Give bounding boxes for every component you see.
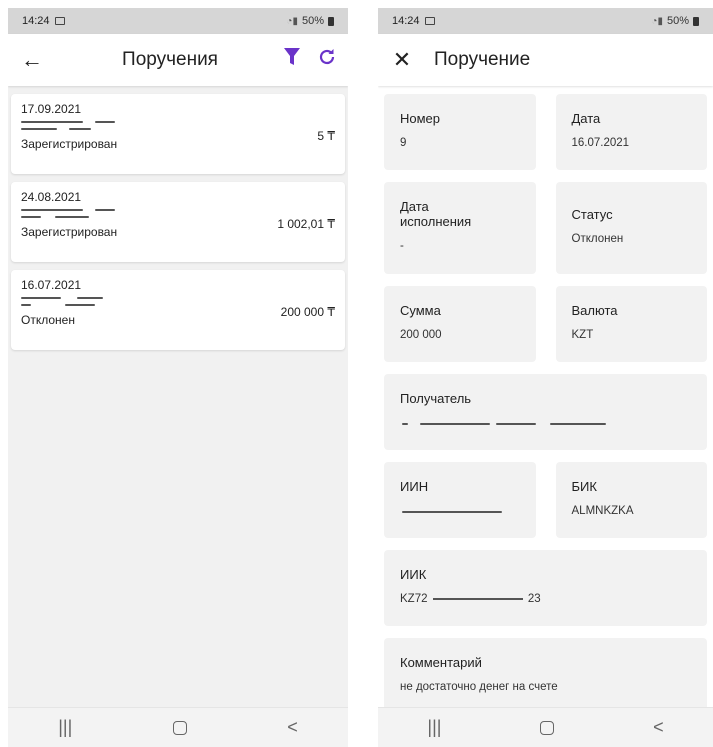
list-item[interactable]: 24.08.2021 Зарегистрирован 1 002,01 ₸ — [11, 182, 345, 262]
field-value: KZT — [571, 328, 594, 341]
bik-field: БИК ALMNKZKA — [555, 462, 707, 538]
battery-icon — [328, 16, 334, 26]
recents-button[interactable]: ||| — [427, 717, 441, 738]
order-amount: 1 002,01 ₸ — [277, 217, 335, 231]
page-title: Поручения — [122, 49, 218, 70]
refresh-icon[interactable] — [318, 48, 336, 72]
order-date: 17.09.2021 — [21, 102, 82, 116]
field-label: Комментарий — [400, 655, 482, 670]
orders-list: 17.09.2021 Зарегистрирован 5 ₸ 24.08.202… — [8, 86, 348, 350]
field-value: не достаточно денег на счете — [400, 680, 558, 693]
battery-icon — [693, 16, 699, 26]
page-title: Поручение — [434, 49, 531, 70]
currency-field: Валюта KZT — [555, 286, 707, 362]
image-notification-icon — [424, 17, 435, 25]
list-item[interactable]: 17.09.2021 Зарегистрирован 5 ₸ — [11, 94, 345, 174]
field-value: 9 — [400, 136, 407, 149]
system-nav-bar: ||| < — [378, 707, 713, 747]
recipient-field: Получатель — [384, 374, 707, 450]
filter-icon[interactable] — [284, 48, 300, 72]
status-bar: 14:24 ◔▮ 50% — [378, 8, 713, 34]
redacted-text — [21, 119, 335, 133]
battery-percent: 50% — [666, 15, 689, 27]
redacted-text — [432, 597, 523, 600]
orders-list-screen: 14:24 ◔▮ 50% ← Поручения 17.09.2021 Заре… — [8, 8, 348, 747]
field-label: Номер — [400, 111, 441, 126]
app-bar: ← Поручения — [8, 34, 348, 86]
iik-value-start: KZ72 — [400, 592, 428, 605]
status-time: 14:24 — [392, 15, 420, 27]
field-label: Дата — [571, 111, 601, 126]
order-detail-screen: 14:24 ◔▮ 50% ✕ Поручение Номер 9 Дата 16… — [378, 8, 713, 747]
field-value: KZ72 23 — [400, 593, 691, 605]
redacted-text — [400, 505, 520, 519]
iin-field: ИИН — [384, 462, 536, 538]
status-field: Статус Отклонен — [555, 182, 707, 274]
iik-value-end: 23 — [527, 592, 541, 605]
status-bar: 14:24 ◔▮ 50% — [8, 8, 348, 34]
exec-date-field: Дата исполнения - — [384, 182, 536, 274]
wifi-signal-icon: ◔▮ — [286, 15, 298, 27]
home-button[interactable] — [540, 720, 555, 735]
field-value: ALMNKZKA — [571, 504, 634, 517]
number-field: Номер 9 — [384, 94, 536, 170]
order-date: 16.07.2021 — [21, 278, 82, 292]
field-value: 16.07.2021 — [571, 136, 630, 149]
field-label: Валюта — [571, 303, 618, 318]
order-date: 24.08.2021 — [21, 190, 82, 204]
list-item[interactable]: 16.07.2021 Отклонен 200 000 ₸ — [11, 270, 345, 350]
back-button[interactable]: < — [653, 717, 664, 738]
amount-field: Сумма 200 000 — [384, 286, 536, 362]
back-button[interactable]: < — [287, 717, 298, 738]
field-value: 200 000 — [400, 328, 442, 341]
app-bar: ✕ Поручение — [378, 34, 713, 86]
order-amount: 200 000 ₸ — [280, 305, 335, 319]
close-icon[interactable]: ✕ — [390, 47, 414, 73]
order-amount: 5 ₸ — [317, 129, 335, 143]
arrow-left-icon[interactable]: ← — [20, 47, 44, 73]
wifi-signal-icon: ◔▮ — [651, 15, 663, 27]
home-button[interactable] — [172, 720, 187, 735]
comment-field: Комментарий не достаточно денег на счете — [384, 638, 707, 707]
field-label: Статус — [571, 207, 613, 222]
recents-button[interactable]: ||| — [58, 717, 72, 738]
iik-field: ИИК KZ72 23 — [384, 550, 707, 626]
field-label: ИИН — [400, 479, 429, 494]
field-value: Отклонен — [571, 232, 624, 245]
system-nav-bar: ||| < — [8, 707, 348, 747]
field-label: Сумма — [400, 303, 441, 318]
field-label: БИК — [571, 479, 597, 494]
field-value: - — [400, 239, 404, 252]
redacted-text — [400, 417, 691, 431]
date-field: Дата 16.07.2021 — [555, 94, 707, 170]
order-details: Номер 9 Дата 16.07.2021 Дата исполнения … — [378, 86, 713, 707]
field-label: Дата исполнения — [400, 199, 472, 229]
order-status: Зарегистрирован — [21, 137, 118, 151]
image-notification-icon — [54, 17, 65, 25]
status-time: 14:24 — [22, 15, 50, 27]
battery-percent: 50% — [301, 15, 324, 27]
field-label: ИИК — [400, 567, 427, 582]
field-label: Получатель — [400, 391, 472, 406]
